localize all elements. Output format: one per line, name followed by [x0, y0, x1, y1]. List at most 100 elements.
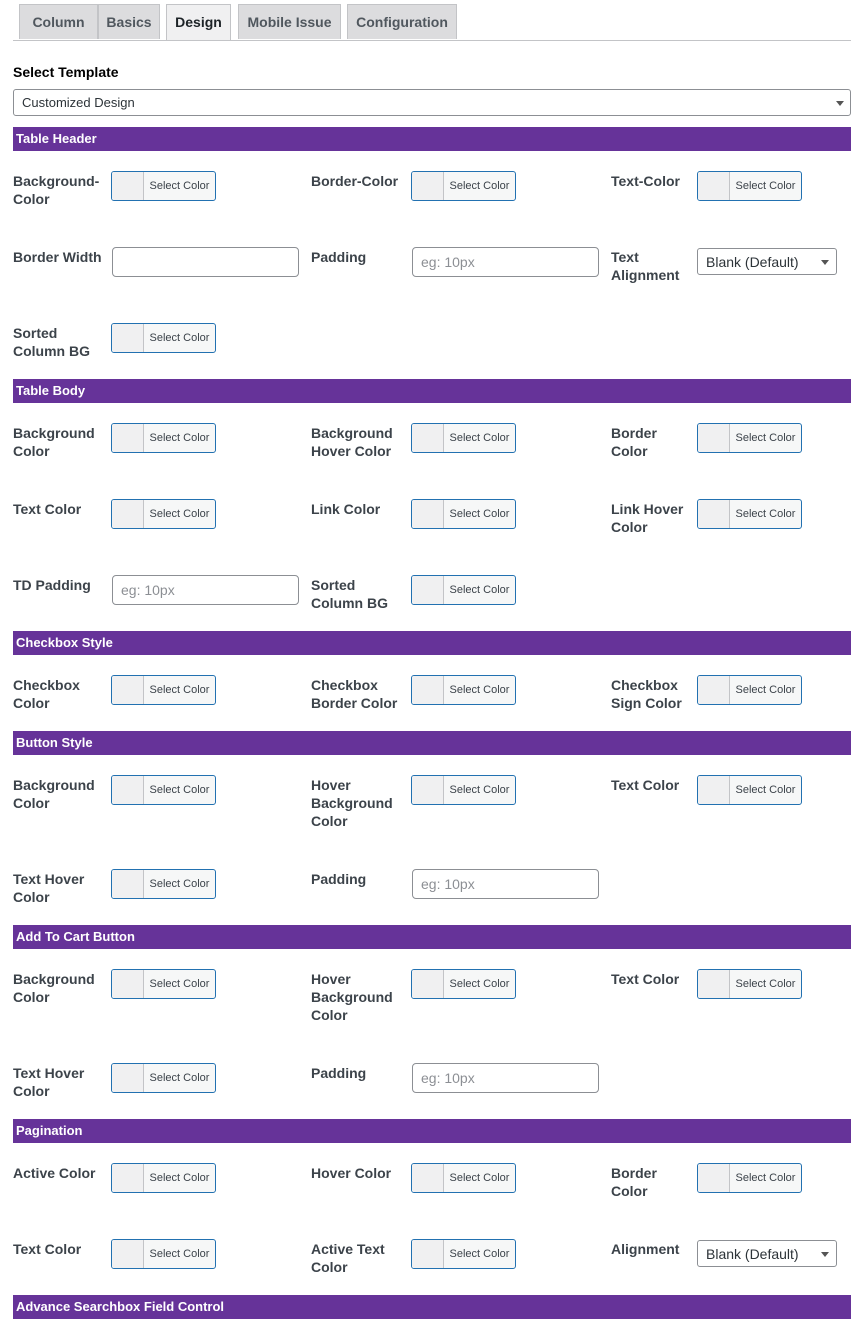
select-color-label: Select Color [149, 180, 210, 192]
select-color-label: Select Color [735, 508, 796, 520]
select-color-label: Select Color [149, 684, 210, 696]
select-template-label: Select Template [13, 64, 119, 80]
header-padding-input[interactable]: eg: 10px [412, 247, 599, 277]
label-pagination-hover-color: Hover Color [311, 1165, 392, 1181]
color-swatch [412, 776, 444, 804]
label-text-alignment: Text Alignment [611, 249, 680, 283]
select-color-label: Select Color [149, 1248, 210, 1260]
select-color-label: Select Color [449, 784, 510, 796]
checkbox-sign-color-button[interactable]: Select Color [697, 675, 802, 705]
cart-padding-input[interactable]: eg: 10px [412, 1063, 599, 1093]
label-header-sorted-bg: Sorted Column BG [13, 325, 90, 359]
cart-bg-color-button[interactable]: Select Color [111, 969, 216, 999]
label-checkbox-sign-color: Checkbox Sign Color [611, 677, 682, 711]
button-padding-input[interactable]: eg: 10px [412, 869, 599, 899]
label-button-text-color: Text Color [611, 777, 680, 793]
template-select[interactable]: Customized Design [13, 89, 851, 116]
cart-text-color-button[interactable]: Select Color [697, 969, 802, 999]
color-swatch [412, 500, 444, 528]
border-width-input[interactable] [112, 247, 299, 277]
checkbox-color-button[interactable]: Select Color [111, 675, 216, 705]
select-color-label: Select Color [149, 432, 210, 444]
color-swatch [112, 970, 144, 998]
color-swatch [112, 500, 144, 528]
template-select-value: Customized Design [22, 95, 135, 110]
label-header-border-color: Border-Color [311, 173, 399, 189]
text-alignment-value: Blank (Default) [706, 254, 799, 270]
label-body-sorted-bg: Sorted Column BG [311, 577, 388, 611]
label-border-width: Border Width [13, 249, 102, 265]
color-swatch [698, 500, 730, 528]
color-swatch [698, 424, 730, 452]
tab-mobile-issue[interactable]: Mobile Issue [238, 4, 341, 39]
label-body-bg-color: Background Color [13, 425, 95, 459]
button-hover-bg-button[interactable]: Select Color [411, 775, 516, 805]
label-cart-text-hover: Text Hover Color [13, 1065, 85, 1099]
header-border-color-button[interactable]: Select Color [411, 171, 516, 201]
section-checkbox-style: Checkbox Style [13, 631, 851, 655]
color-swatch [112, 1064, 144, 1092]
select-color-label: Select Color [149, 332, 210, 344]
button-text-hover-button[interactable]: Select Color [111, 869, 216, 899]
label-cart-hover-bg: Hover Background Color [311, 971, 393, 1023]
text-alignment-select[interactable]: Blank (Default) [697, 248, 837, 275]
select-color-label: Select Color [449, 508, 510, 520]
label-link-hover-color: Link Hover Color [611, 501, 684, 535]
label-checkbox-border-color: Checkbox Border Color [311, 677, 398, 711]
label-pagination-active-text: Active Text Color [311, 1241, 385, 1275]
tab-design[interactable]: Design [166, 4, 231, 40]
section-advance-searchbox: Advance Searchbox Field Control [13, 1295, 851, 1319]
pagination-active-text-button[interactable]: Select Color [411, 1239, 516, 1269]
label-header-text-color: Text-Color [611, 173, 680, 189]
pagination-hover-color-button[interactable]: Select Color [411, 1163, 516, 1193]
header-text-color-button[interactable]: Select Color [697, 171, 802, 201]
tab-column[interactable]: Column [19, 4, 98, 39]
select-color-label: Select Color [449, 684, 510, 696]
link-hover-color-button[interactable]: Select Color [697, 499, 802, 529]
color-swatch [112, 1240, 144, 1268]
color-swatch [112, 1164, 144, 1192]
color-swatch [112, 324, 144, 352]
select-color-label: Select Color [735, 684, 796, 696]
tab-configuration[interactable]: Configuration [347, 4, 457, 39]
tab-bar: Column Basics Design Mobile Issue Config… [13, 0, 851, 41]
link-color-button[interactable]: Select Color [411, 499, 516, 529]
label-checkbox-color: Checkbox Color [13, 677, 80, 711]
select-color-label: Select Color [735, 978, 796, 990]
section-table-body: Table Body [13, 379, 851, 403]
chevron-down-icon [821, 260, 829, 265]
tab-basics[interactable]: Basics [98, 4, 160, 39]
section-table-header: Table Header [13, 127, 851, 151]
body-bg-color-button[interactable]: Select Color [111, 423, 216, 453]
td-padding-input[interactable]: eg: 10px [112, 575, 299, 605]
color-swatch [698, 172, 730, 200]
pagination-border-color-button[interactable]: Select Color [697, 1163, 802, 1193]
color-swatch [698, 676, 730, 704]
cart-hover-bg-button[interactable]: Select Color [411, 969, 516, 999]
select-color-label: Select Color [735, 784, 796, 796]
label-body-text-color: Text Color [13, 501, 82, 517]
header-sorted-bg-button[interactable]: Select Color [111, 323, 216, 353]
body-bg-hover-button[interactable]: Select Color [411, 423, 516, 453]
alignment-value: Blank (Default) [706, 1246, 799, 1262]
header-bg-color-button[interactable]: Select Color [111, 171, 216, 201]
pagination-active-color-button[interactable]: Select Color [111, 1163, 216, 1193]
body-sorted-bg-button[interactable]: Select Color [411, 575, 516, 605]
select-color-label: Select Color [735, 180, 796, 192]
button-text-color-button[interactable]: Select Color [697, 775, 802, 805]
cart-text-hover-button[interactable]: Select Color [111, 1063, 216, 1093]
label-pagination-text-color: Text Color [13, 1241, 82, 1257]
color-swatch [112, 776, 144, 804]
label-link-color: Link Color [311, 501, 381, 517]
pagination-text-color-button[interactable]: Select Color [111, 1239, 216, 1269]
select-color-label: Select Color [149, 784, 210, 796]
body-text-color-button[interactable]: Select Color [111, 499, 216, 529]
color-swatch [698, 970, 730, 998]
button-bg-color-button[interactable]: Select Color [111, 775, 216, 805]
select-color-label: Select Color [149, 978, 210, 990]
color-swatch [412, 970, 444, 998]
pagination-alignment-select[interactable]: Blank (Default) [697, 1240, 837, 1267]
label-button-hover-bg: Hover Background Color [311, 777, 393, 829]
checkbox-border-color-button[interactable]: Select Color [411, 675, 516, 705]
body-border-color-button[interactable]: Select Color [697, 423, 802, 453]
